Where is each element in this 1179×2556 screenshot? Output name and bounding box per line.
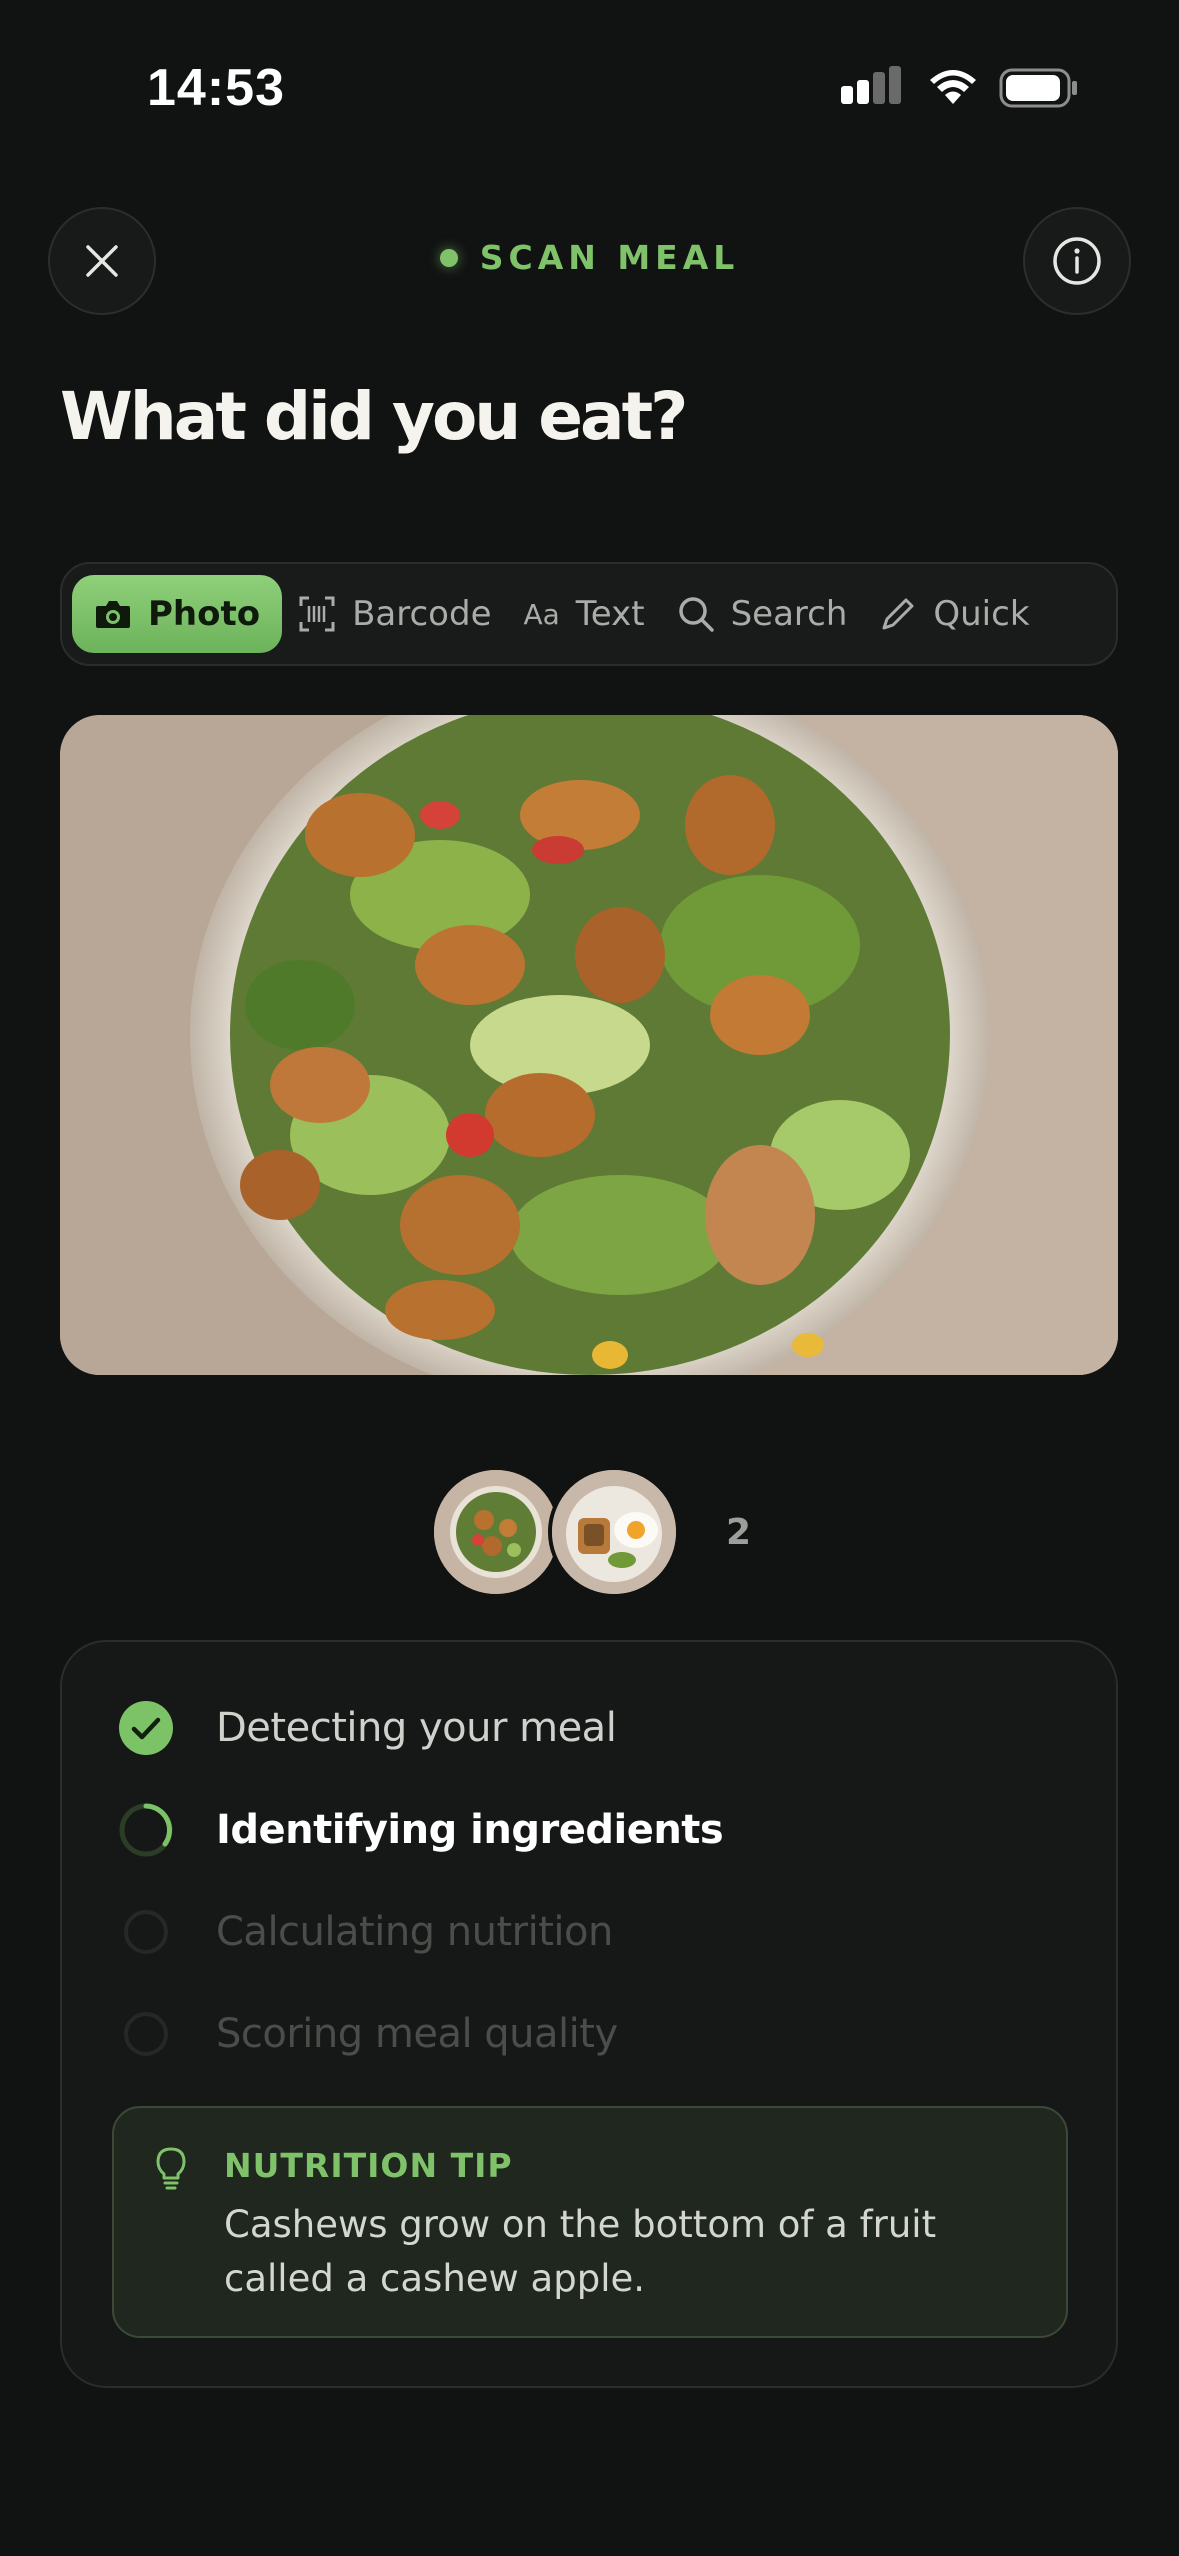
step-label: Detecting your meal — [216, 1705, 617, 1751]
step-calculating: Calculating nutrition — [118, 1902, 613, 1962]
pending-circle-icon — [118, 2006, 174, 2062]
tab-text[interactable]: Aa Text — [507, 575, 660, 653]
photo-count: 2 — [726, 1511, 752, 1553]
tab-search[interactable]: Search — [661, 575, 864, 653]
tip-title: NUTRITION TIP — [224, 2146, 513, 2185]
aa-text-icon: Aa — [523, 597, 560, 631]
step-label: Scoring meal quality — [216, 2011, 618, 2057]
step-identifying: Identifying ingredients — [118, 1800, 724, 1860]
status-dot — [439, 248, 458, 267]
pencil-icon — [879, 595, 917, 633]
input-mode-tabs: Photo Barcode Aa Text Search Quick — [60, 562, 1118, 666]
tab-barcode[interactable]: Barcode — [282, 575, 507, 653]
pending-circle-icon — [118, 1904, 174, 1960]
thumbnail-toast-plate[interactable] — [548, 1466, 680, 1598]
info-icon — [1053, 237, 1101, 285]
loading-spinner-icon — [118, 1802, 174, 1858]
step-detecting: Detecting your meal — [118, 1698, 617, 1758]
cellular-signal-icon — [841, 66, 901, 104]
salad-bowl-image — [60, 715, 1118, 1375]
scan-meal-text: SCAN MEAL — [479, 238, 740, 277]
analysis-progress-card: Detecting your meal Identifying ingredie… — [60, 1640, 1118, 2388]
lightbulb-icon — [154, 2146, 188, 2194]
battery-icon — [999, 68, 1077, 108]
tab-photo[interactable]: Photo — [72, 575, 283, 653]
step-label: Calculating nutrition — [216, 1909, 613, 1955]
page-title: What did you eat? — [60, 378, 688, 455]
barcode-icon — [298, 595, 336, 633]
status-time: 14:53 — [147, 59, 285, 117]
tab-text-label: Text — [575, 594, 645, 634]
step-label: Identifying ingredients — [216, 1807, 724, 1853]
camera-icon — [94, 598, 132, 630]
thumbnail-salad[interactable] — [430, 1466, 562, 1598]
tip-body: Cashews grow on the bottom of a fruit ca… — [224, 2203, 937, 2300]
search-icon — [677, 595, 715, 633]
tab-quick-label: Quick — [933, 594, 1030, 634]
step-scoring: Scoring meal quality — [118, 2004, 618, 2064]
tab-quick[interactable]: Quick — [863, 575, 1045, 653]
meal-photo — [60, 715, 1118, 1375]
scan-meal-label: SCAN MEAL — [0, 238, 1179, 277]
nutrition-tip: NUTRITION TIP Cashews grow on the bottom… — [112, 2106, 1068, 2338]
check-circle-icon — [118, 1700, 174, 1756]
wifi-icon — [930, 70, 976, 104]
tab-photo-label: Photo — [148, 594, 261, 634]
tab-search-label: Search — [730, 594, 848, 634]
photo-thumbnails: 2 — [430, 1466, 751, 1598]
info-button[interactable] — [1023, 207, 1131, 315]
tab-barcode-label: Barcode — [352, 594, 492, 634]
status-icons — [841, 66, 1079, 110]
